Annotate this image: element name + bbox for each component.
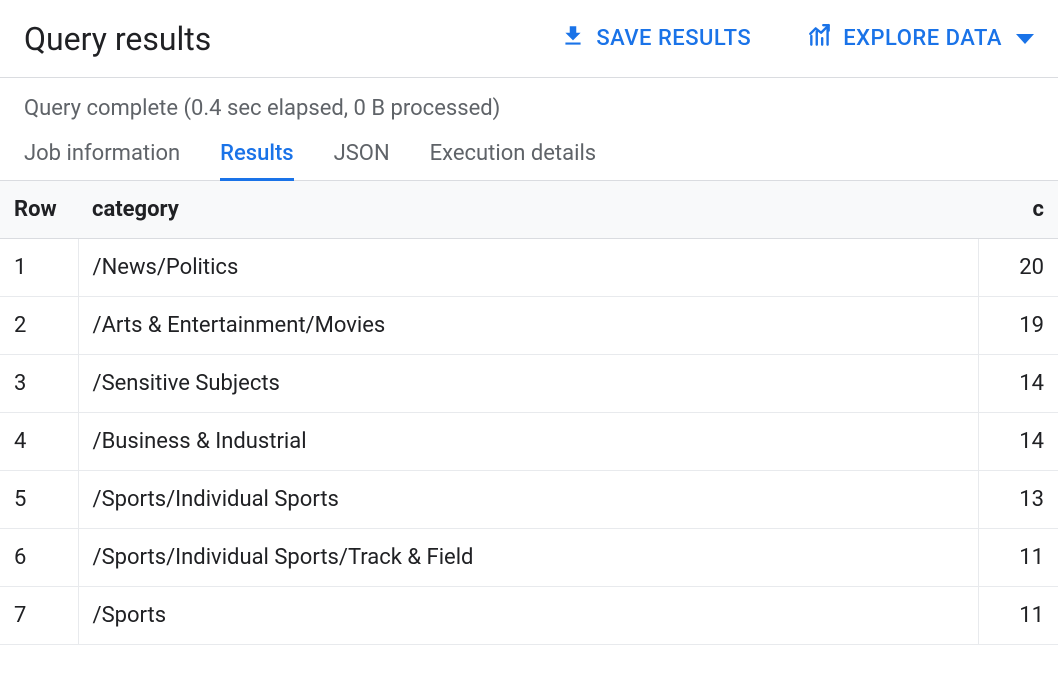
table-header-row: Row category c (0, 181, 1058, 239)
cell-c: 13 (978, 471, 1058, 529)
chevron-down-icon (1016, 34, 1034, 44)
status-text: Query complete (0.4 sec elapsed, 0 B pro… (0, 78, 1058, 125)
cell-row: 7 (0, 587, 78, 645)
tab-results[interactable]: Results (220, 135, 293, 181)
save-results-button[interactable]: SAVE RESULTS (560, 23, 751, 55)
col-header-row[interactable]: Row (0, 181, 78, 239)
cell-row: 6 (0, 529, 78, 587)
chart-trend-icon (807, 23, 833, 55)
tab-execution-details[interactable]: Execution details (430, 135, 597, 181)
explore-data-button[interactable]: EXPLORE DATA (807, 23, 1034, 55)
explore-data-label: EXPLORE DATA (843, 26, 1002, 51)
header-actions: SAVE RESULTS EXPLORE DATA (560, 23, 1034, 55)
table-row: 4 /Business & Industrial 14 (0, 413, 1058, 471)
cell-category: /Arts & Entertainment/Movies (78, 297, 978, 355)
page-title: Query results (24, 20, 211, 58)
cell-category: /Sports/Individual Sports/Track & Field (78, 529, 978, 587)
cell-category: /Sports (78, 587, 978, 645)
tab-job-information[interactable]: Job information (24, 135, 180, 181)
cell-category: /Business & Industrial (78, 413, 978, 471)
table-row: 1 /News/Politics 20 (0, 239, 1058, 297)
table-row: 2 /Arts & Entertainment/Movies 19 (0, 297, 1058, 355)
table-row: 6 /Sports/Individual Sports/Track & Fiel… (0, 529, 1058, 587)
col-header-c[interactable]: c (978, 181, 1058, 239)
cell-row: 5 (0, 471, 78, 529)
cell-c: 19 (978, 297, 1058, 355)
cell-c: 14 (978, 355, 1058, 413)
cell-row: 4 (0, 413, 78, 471)
cell-c: 14 (978, 413, 1058, 471)
cell-category: /Sensitive Subjects (78, 355, 978, 413)
table-row: 7 /Sports 11 (0, 587, 1058, 645)
cell-row: 1 (0, 239, 78, 297)
cell-row: 2 (0, 297, 78, 355)
tab-json[interactable]: JSON (334, 135, 390, 181)
table-body: 1 /News/Politics 20 2 /Arts & Entertainm… (0, 239, 1058, 645)
table-row: 5 /Sports/Individual Sports 13 (0, 471, 1058, 529)
cell-c: 20 (978, 239, 1058, 297)
cell-row: 3 (0, 355, 78, 413)
cell-c: 11 (978, 587, 1058, 645)
cell-category: /Sports/Individual Sports (78, 471, 978, 529)
save-results-label: SAVE RESULTS (596, 26, 751, 51)
download-icon (560, 23, 586, 55)
tabs: Job information Results JSON Execution d… (0, 125, 1058, 181)
cell-category: /News/Politics (78, 239, 978, 297)
results-table: Row category c 1 /News/Politics 20 2 /Ar… (0, 181, 1058, 645)
col-header-category[interactable]: category (78, 181, 978, 239)
table-row: 3 /Sensitive Subjects 14 (0, 355, 1058, 413)
header-bar: Query results SAVE RESULTS EXPLORE DATA (0, 0, 1058, 78)
cell-c: 11 (978, 529, 1058, 587)
